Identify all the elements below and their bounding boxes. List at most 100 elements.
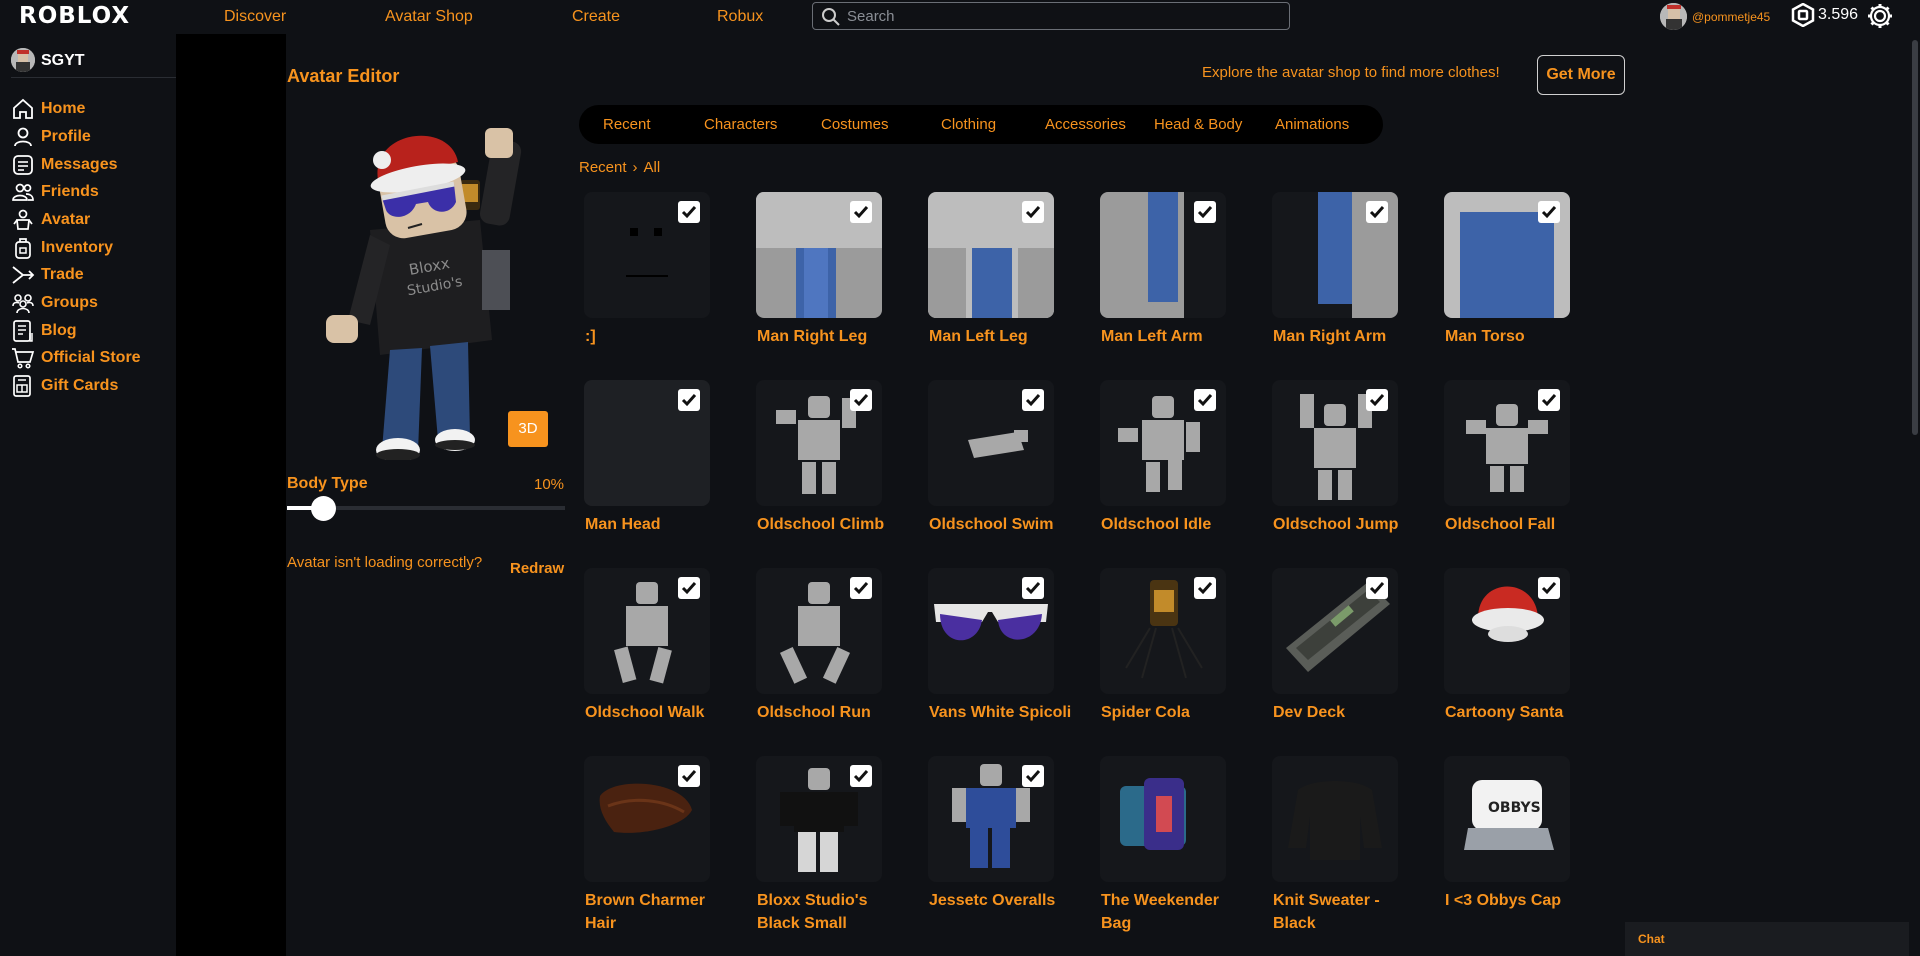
checkmark-icon[interactable] — [1194, 201, 1216, 223]
checkmark-icon[interactable] — [1538, 201, 1560, 223]
item-name[interactable]: Cartoony Santa — [1445, 701, 1595, 724]
sidebar-item-label: Inventory — [41, 239, 114, 256]
sidebar-item-trade[interactable]: Trade — [11, 263, 171, 289]
checkmark-icon[interactable] — [1022, 201, 1044, 223]
nav-discover[interactable]: Discover — [224, 8, 286, 26]
checkmark-icon[interactable] — [1366, 201, 1388, 223]
checkmark-icon[interactable] — [678, 765, 700, 787]
checkmark-icon[interactable] — [1194, 389, 1216, 411]
item-name[interactable]: Brown Charmer Hair — [585, 889, 735, 935]
checkmark-icon[interactable] — [850, 765, 872, 787]
get-more-button[interactable]: Get More — [1537, 55, 1625, 95]
item-thumbnail[interactable] — [1272, 756, 1398, 882]
checkmark-icon[interactable] — [1022, 577, 1044, 599]
checkmark-icon[interactable] — [1022, 765, 1044, 787]
item-name[interactable]: Oldschool Walk — [585, 701, 735, 724]
tab-animations[interactable]: Animations — [1275, 116, 1349, 133]
item-name[interactable]: The Weekender Bag — [1101, 889, 1251, 935]
item-name[interactable]: Bloxx Studio's Black Small — [757, 889, 907, 935]
trade-icon — [12, 266, 35, 284]
avatar[interactable] — [1660, 3, 1687, 30]
checkmark-icon[interactable] — [678, 389, 700, 411]
nav-create[interactable]: Create — [572, 8, 620, 26]
checkmark-icon[interactable] — [678, 577, 700, 599]
sidebar-item-profile[interactable]: Profile — [11, 125, 171, 151]
checkmark-icon[interactable] — [1194, 577, 1216, 599]
item-name[interactable]: Oldschool Jump — [1273, 513, 1423, 536]
nav-avatar-shop[interactable]: Avatar Shop — [385, 8, 473, 26]
checkmark-icon[interactable] — [1366, 577, 1388, 599]
item-thumbnail[interactable] — [1100, 756, 1226, 882]
item-name[interactable]: Man Left Leg — [929, 325, 1079, 348]
sidebar-item-friends[interactable]: Friends — [11, 180, 171, 206]
item-name[interactable]: :] — [585, 325, 735, 348]
item-name[interactable]: Man Head — [585, 513, 735, 536]
item-name[interactable]: Oldschool Swim — [929, 513, 1079, 536]
tab-costumes[interactable]: Costumes — [821, 116, 889, 133]
robux-icon[interactable] — [1791, 3, 1815, 27]
sidebar-item-label: Gift Cards — [41, 377, 119, 394]
checkmark-icon[interactable] — [1366, 389, 1388, 411]
body-type-slider-thumb[interactable] — [311, 496, 336, 521]
username[interactable]: @pommetje45 — [1692, 10, 1770, 24]
groups-icon — [12, 294, 34, 314]
checkmark-icon[interactable] — [1538, 389, 1560, 411]
avatar — [11, 48, 35, 72]
search-input[interactable] — [847, 6, 1277, 26]
tab-clothing[interactable]: Clothing — [941, 116, 996, 133]
checkmark-icon[interactable] — [850, 389, 872, 411]
avatar-preview[interactable]: Bloxx Studio's — [310, 120, 560, 462]
chat-bar[interactable]: Chat — [1625, 922, 1909, 956]
item-name[interactable]: Spider Cola — [1101, 701, 1251, 724]
item-name[interactable]: Man Right Leg — [757, 325, 907, 348]
tab-recent[interactable]: Recent — [603, 116, 651, 133]
item-name[interactable]: Man Torso — [1445, 325, 1595, 348]
sidebar-item-messages[interactable]: Messages — [11, 153, 171, 179]
item-name[interactable]: Man Left Arm — [1101, 325, 1251, 348]
item-name[interactable]: Jessetc Overalls — [929, 889, 1079, 912]
top-bar: ROBLOX Discover Avatar Shop Create Robux… — [0, 0, 1920, 34]
checkmark-icon[interactable] — [850, 577, 872, 599]
sidebar-user[interactable]: SGYT — [11, 48, 176, 78]
checkmark-icon[interactable] — [1022, 389, 1044, 411]
sidebar-username: SGYT — [41, 52, 85, 69]
item-thumbnail[interactable]: OBBYS — [1444, 756, 1570, 882]
breadcrumb-recent[interactable]: Recent — [579, 159, 627, 176]
breadcrumb-all[interactable]: All — [644, 159, 661, 176]
nav-robux[interactable]: Robux — [717, 8, 763, 26]
item-name[interactable]: Oldschool Run — [757, 701, 907, 724]
tab-head-body[interactable]: Head & Body — [1154, 116, 1242, 133]
sidebar-item-gift-cards[interactable]: Gift Cards — [11, 374, 171, 400]
chat-label: Chat — [1638, 932, 1665, 946]
3d-toggle-button[interactable]: 3D — [508, 411, 548, 447]
sidebar-item-home[interactable]: Home — [11, 97, 171, 123]
loading-help-text: Avatar isn't loading correctly? — [287, 554, 483, 571]
sidebar-item-groups[interactable]: Groups — [11, 291, 171, 317]
item-name[interactable]: Knit Sweater - Black — [1273, 889, 1423, 935]
sidebar-item-blog[interactable]: Blog — [11, 319, 171, 345]
item-name[interactable]: I <3 Obbys Cap — [1445, 889, 1595, 912]
checkmark-icon[interactable] — [678, 201, 700, 223]
item-name[interactable]: Oldschool Climb — [757, 513, 907, 536]
sidebar-item-avatar[interactable]: Avatar — [11, 208, 171, 234]
gift-card-icon — [13, 375, 31, 397]
item-name[interactable]: Dev Deck — [1273, 701, 1423, 724]
item-name[interactable]: Man Right Arm — [1273, 325, 1423, 348]
item-name[interactable]: Oldschool Idle — [1101, 513, 1251, 536]
checkmark-icon[interactable] — [850, 201, 872, 223]
tab-accessories[interactable]: Accessories — [1045, 116, 1126, 133]
item-name[interactable]: Vans White Spicoli — [929, 701, 1079, 724]
robux-count[interactable]: 3.596 — [1818, 6, 1858, 24]
breadcrumb: Recent › All — [579, 159, 660, 176]
sidebar-item-inventory[interactable]: Inventory — [11, 236, 171, 262]
avatar-icon — [13, 209, 33, 230]
messages-icon — [13, 155, 33, 175]
gear-icon[interactable] — [1866, 2, 1894, 30]
checkmark-icon[interactable] — [1538, 577, 1560, 599]
roblox-logo[interactable]: ROBLOX — [19, 3, 130, 29]
item-name[interactable]: Oldschool Fall — [1445, 513, 1595, 536]
tab-characters[interactable]: Characters — [704, 116, 777, 133]
redraw-button[interactable]: Redraw — [510, 560, 564, 577]
scrollbar-thumb[interactable] — [1912, 40, 1918, 435]
sidebar-item-official-store[interactable]: Official Store — [11, 346, 171, 372]
